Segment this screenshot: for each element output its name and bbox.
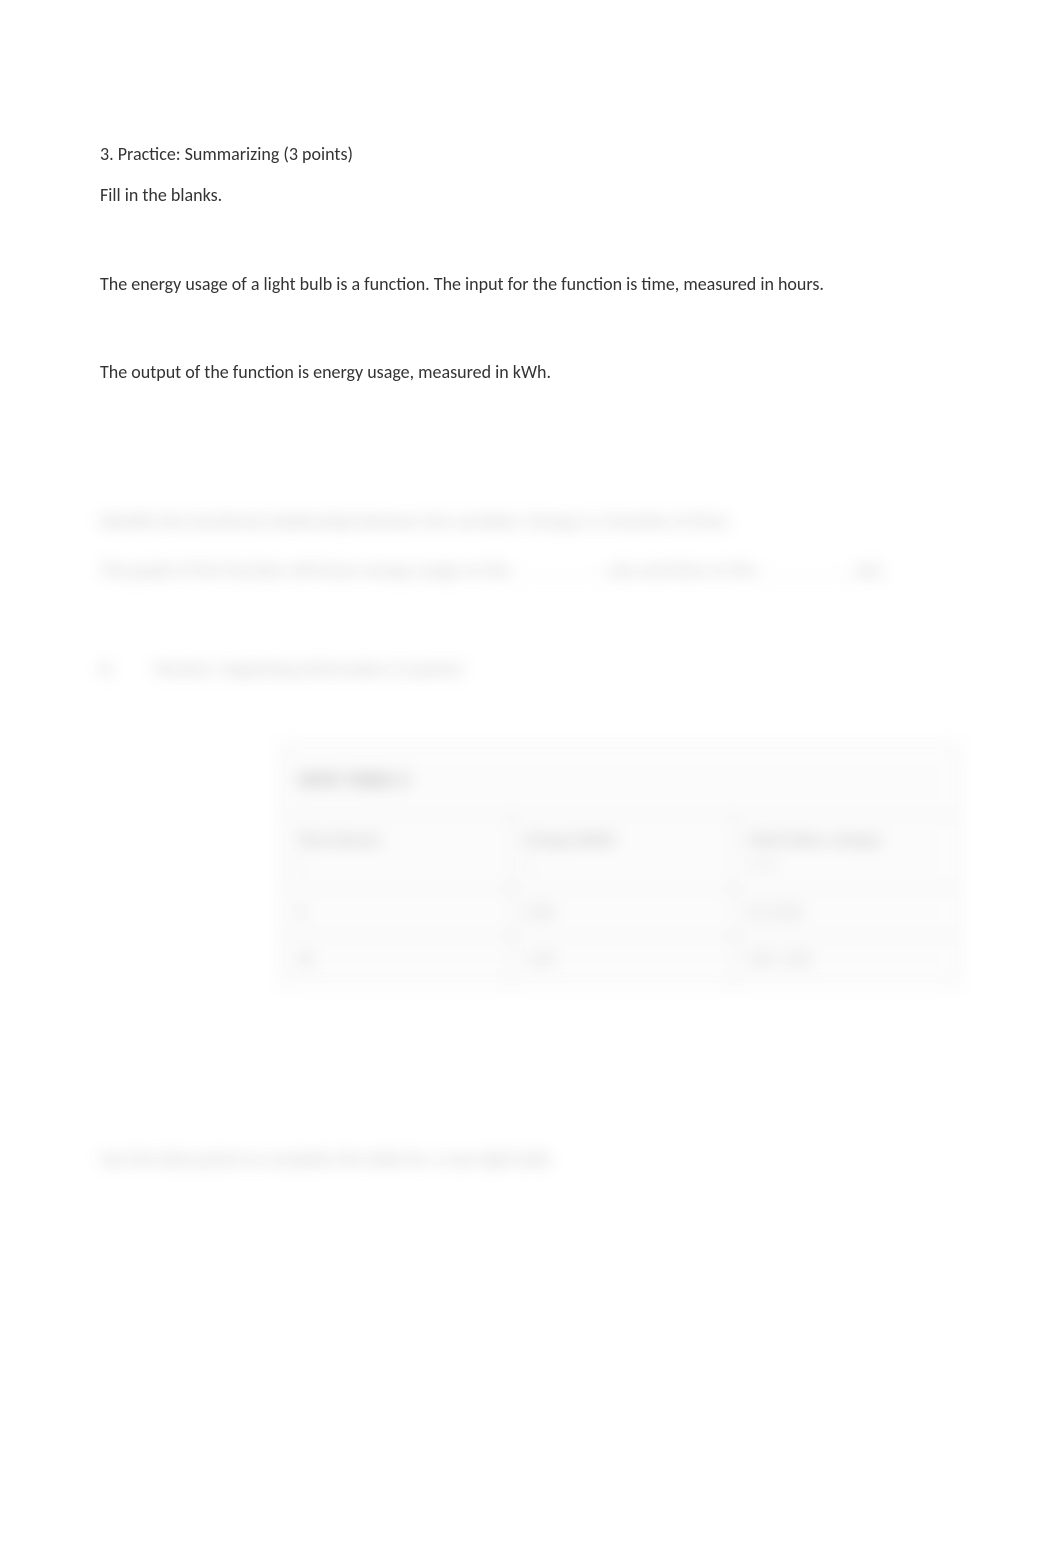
data-table-2: DATA TABLE 2 Time (hours) x Energy (kWh)… [280, 744, 960, 985]
blurred-identify-text: Identify the functional relationship bet… [100, 507, 962, 536]
table-row: 0 0.04 (0, 0.04) [282, 890, 958, 938]
table-header-energy: Energy (kWh) y [512, 816, 735, 888]
question-4-heading: 4. Practice: Organizing Information (2 p… [100, 655, 962, 684]
table-cell: (10, 1.35) [735, 937, 958, 983]
table-header-point: Point (time, energy) (x, y) [735, 816, 958, 888]
table-header-row: Time (hours) x Energy (kWh) y Point (tim… [282, 816, 958, 890]
blank-axis-2 [760, 558, 850, 576]
closing-instruction: Use the data points to complete the tabl… [100, 1145, 962, 1174]
table-cell: 0.04 [512, 890, 735, 936]
table-row: 10 1.35 (10, 1.35) [282, 937, 958, 983]
table-cell: (0, 0.04) [735, 890, 958, 936]
blank-axis-1 [514, 558, 604, 576]
paragraph-input: The energy usage of a light bulb is a fu… [100, 270, 962, 299]
blurred-preview-region: Identify the functional relationship bet… [100, 507, 962, 1173]
table-cell: 1.35 [512, 937, 735, 983]
blurred-sentence-post: axis. [854, 559, 886, 581]
blurred-graph-sentence: The graph of the function will show ener… [100, 556, 962, 585]
table-header-time: Time (hours) x [282, 816, 512, 888]
table-title: DATA TABLE 2 [282, 746, 958, 816]
fill-blanks-instruction: Fill in the blanks. [100, 181, 962, 210]
table-cell: 0 [282, 890, 512, 936]
q4-title: Practice: Organizing Information (2 poin… [154, 655, 463, 684]
paragraph-output: The output of the function is energy usa… [100, 358, 962, 387]
question-3-heading: 3. Practice: Summarizing (3 points) [100, 140, 962, 169]
blurred-sentence-mid: axis and time on the [608, 559, 760, 581]
blurred-sentence-pre: The graph of the function will show ener… [100, 559, 514, 581]
table-cell: 10 [282, 937, 512, 983]
q4-number: 4. [100, 655, 114, 684]
